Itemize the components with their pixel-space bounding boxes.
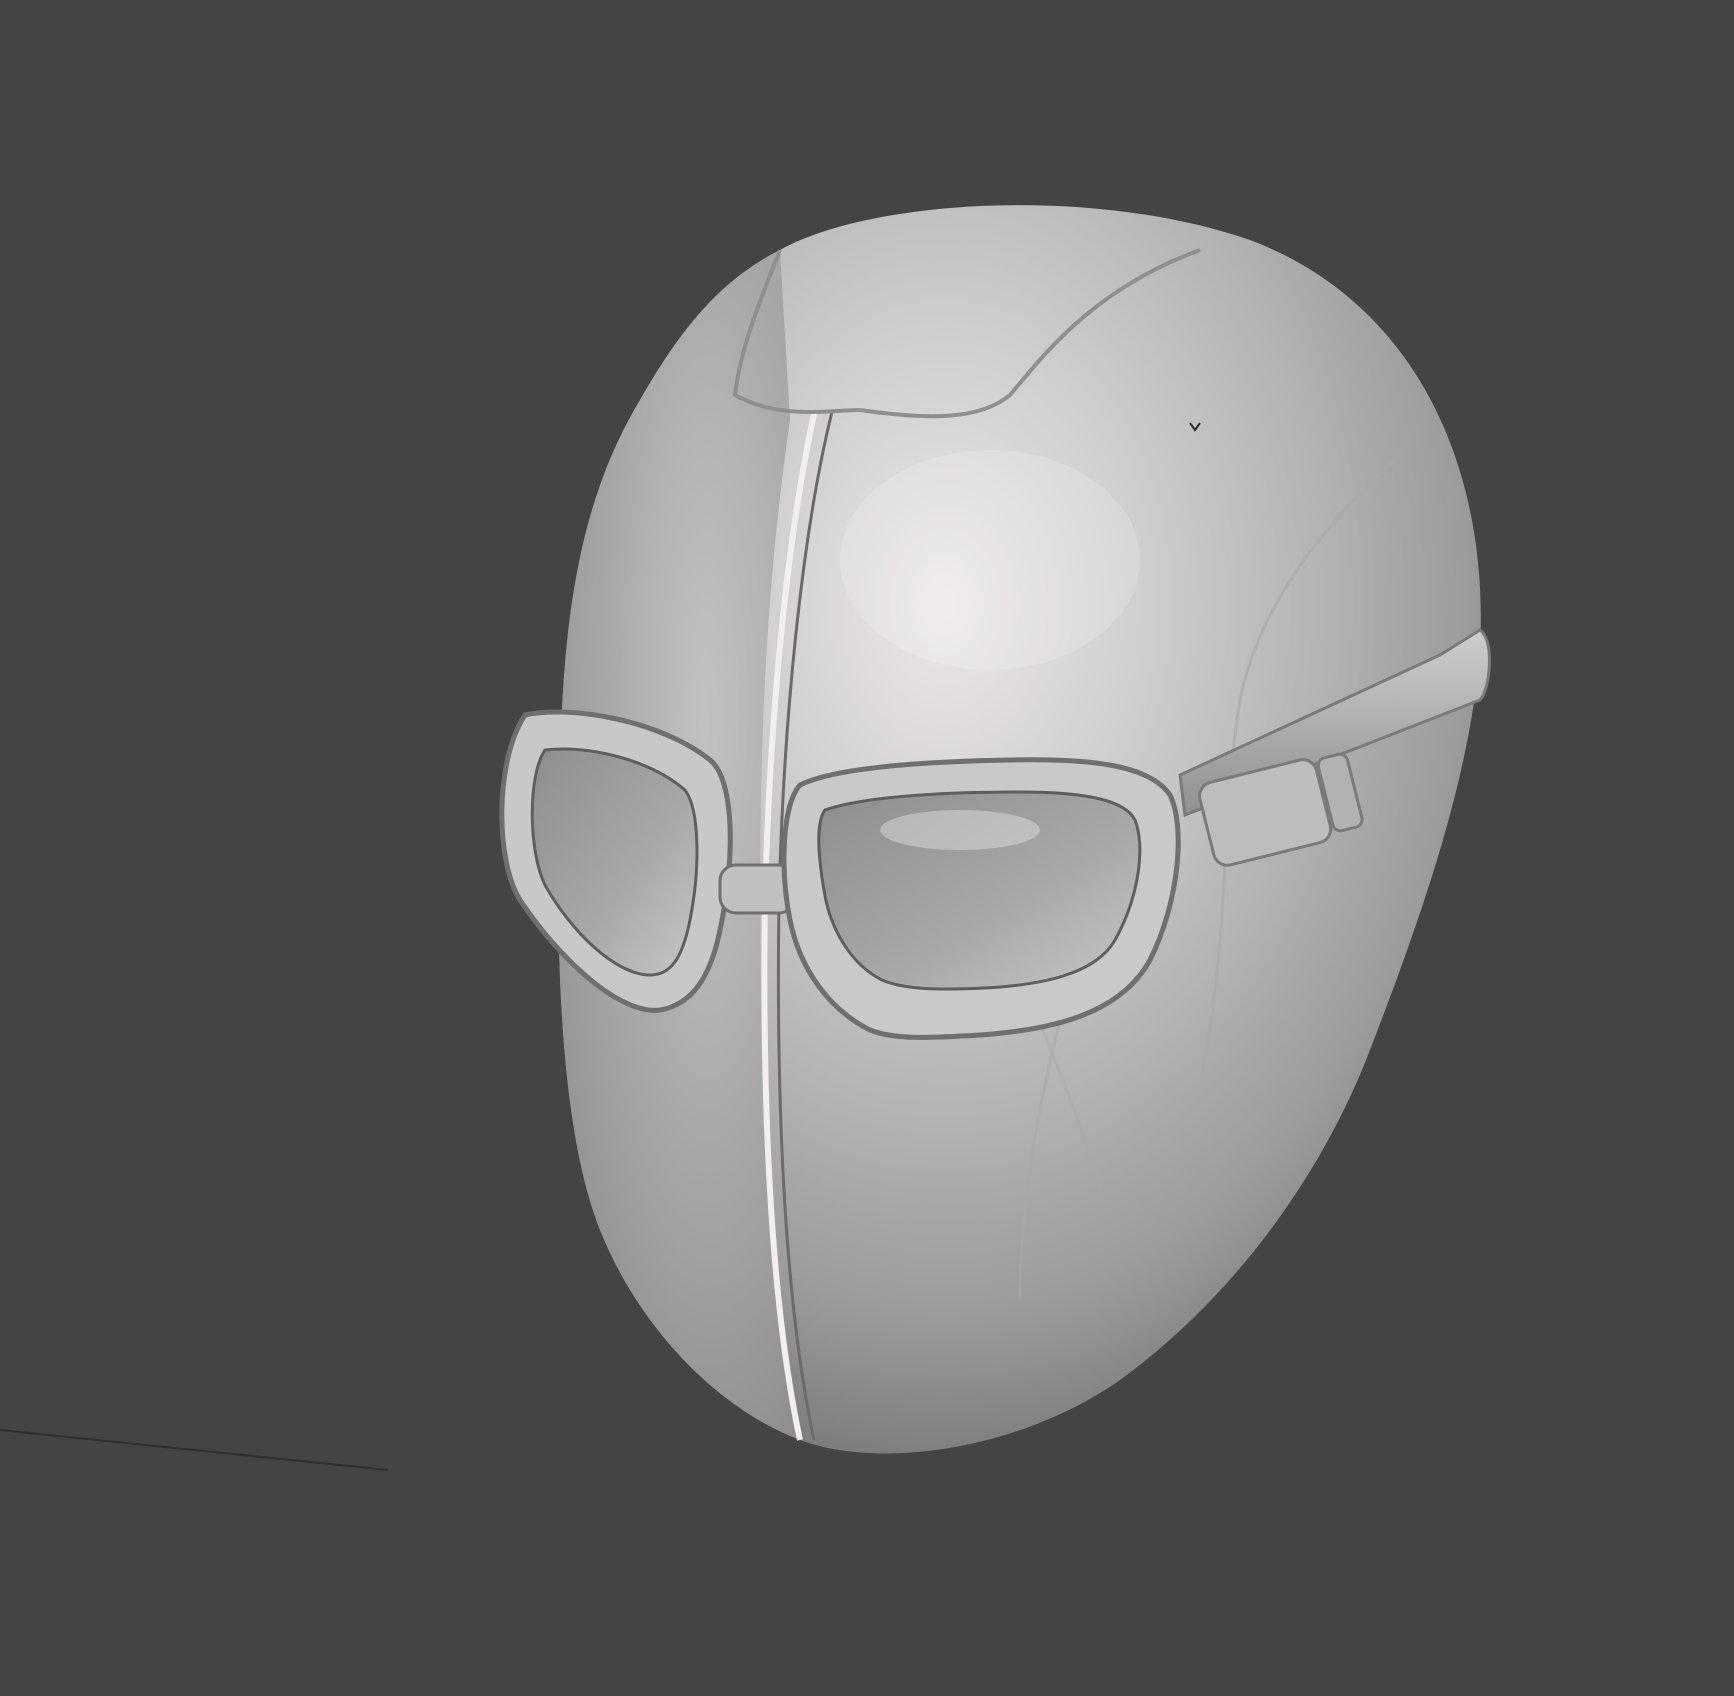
head-model[interactable] xyxy=(499,205,1491,1454)
lens-highlight xyxy=(880,810,1040,850)
ground-plane-line xyxy=(0,1429,389,1471)
forehead-highlight xyxy=(840,450,1140,670)
viewport-canvas[interactable] xyxy=(0,0,1734,1696)
3d-viewport[interactable] xyxy=(0,0,1734,1696)
